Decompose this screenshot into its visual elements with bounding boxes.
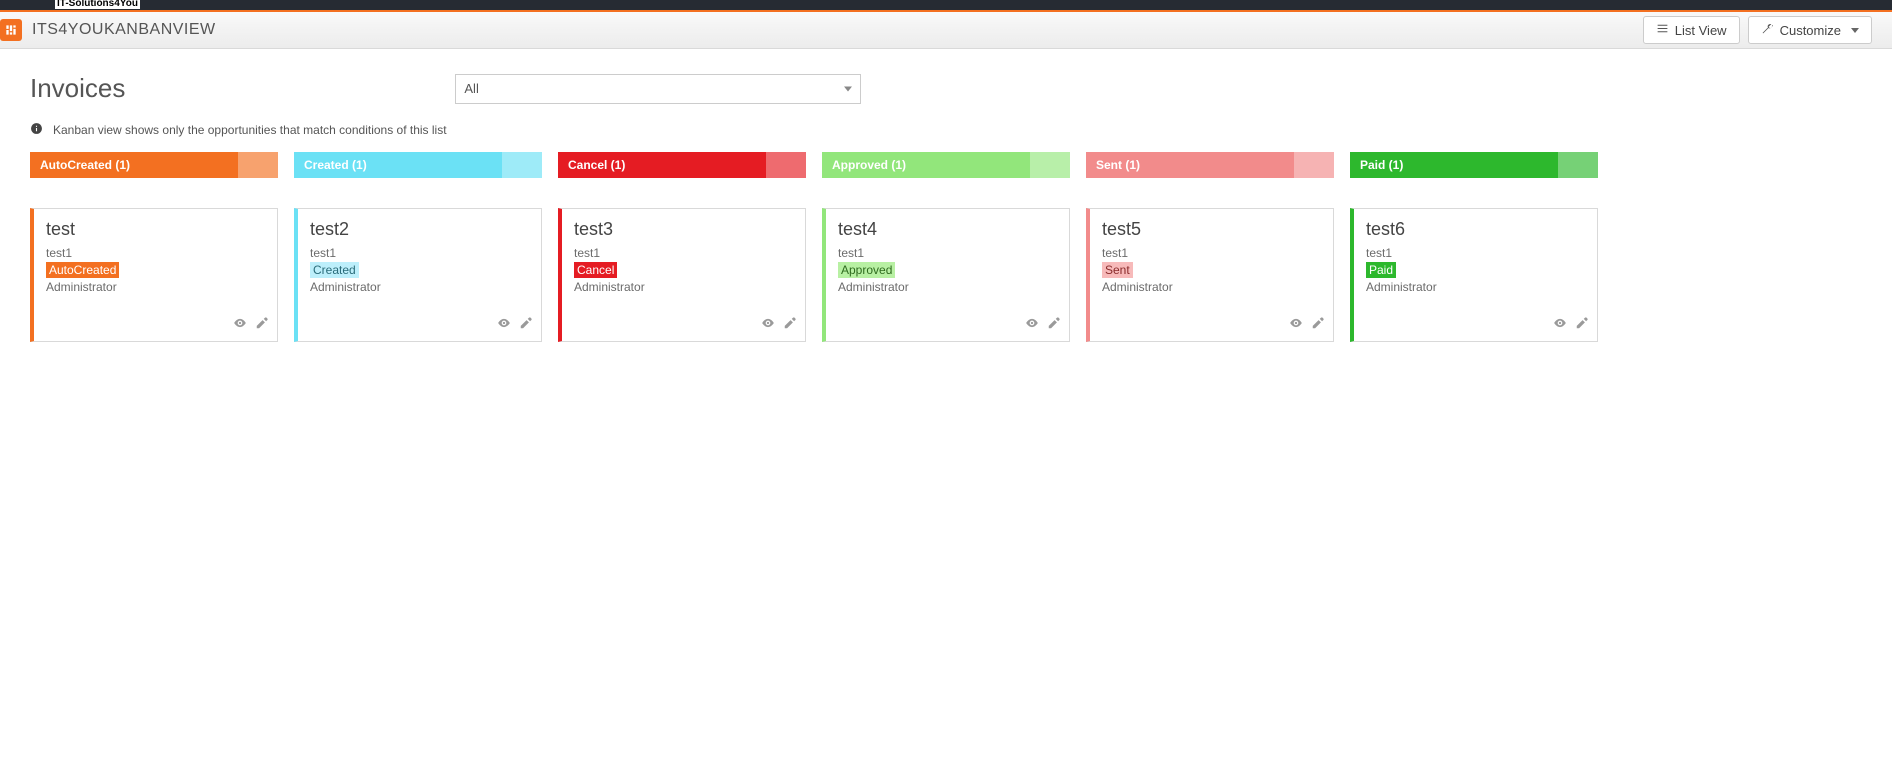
brand-name: IT-Solutions4You bbox=[55, 0, 140, 9]
status-badge: Created bbox=[310, 262, 359, 278]
card-subtitle: test1 bbox=[46, 246, 265, 260]
kanban-column-sent: Sent (1) test5 test1 Sent Administrator bbox=[1086, 152, 1334, 342]
card-owner: Administrator bbox=[1102, 280, 1321, 294]
card-owner: Administrator bbox=[1366, 280, 1585, 294]
chevron-down-icon bbox=[1851, 28, 1859, 33]
chevron-down-icon bbox=[844, 86, 852, 91]
status-badge: Cancel bbox=[574, 262, 617, 278]
list-view-label: List View bbox=[1675, 23, 1727, 38]
view-icon[interactable] bbox=[1025, 316, 1039, 335]
card-title: test2 bbox=[310, 219, 529, 240]
kanban-column-created: Created (1) test2 test1 Created Administrato… bbox=[294, 152, 542, 342]
kanban-card[interactable]: test5 test1 Sent Administrator bbox=[1086, 208, 1334, 342]
card-subtitle: test1 bbox=[1366, 246, 1585, 260]
edit-icon[interactable] bbox=[255, 316, 269, 335]
view-icon[interactable] bbox=[497, 316, 511, 335]
customize-label: Customize bbox=[1780, 23, 1841, 38]
card-subtitle: test1 bbox=[838, 246, 1057, 260]
module-icon bbox=[0, 19, 22, 41]
kanban-column-approved: Approved (1) test4 test1 Approved Administra… bbox=[822, 152, 1070, 342]
card-title: test4 bbox=[838, 219, 1057, 240]
column-header-sent[interactable]: Sent (1) bbox=[1086, 152, 1334, 178]
status-badge: Sent bbox=[1102, 262, 1133, 278]
card-subtitle: test1 bbox=[310, 246, 529, 260]
list-icon bbox=[1656, 22, 1669, 38]
kanban-columns: AutoCreated (1) test test1 AutoCreated Admin… bbox=[30, 152, 1862, 342]
edit-icon[interactable] bbox=[1575, 316, 1589, 335]
wrench-icon bbox=[1761, 22, 1774, 38]
column-header-paid[interactable]: Paid (1) bbox=[1350, 152, 1598, 178]
kanban-column-cancel: Cancel (1) test3 test1 Cancel Administrator bbox=[558, 152, 806, 342]
view-icon[interactable] bbox=[233, 316, 247, 335]
edit-icon[interactable] bbox=[519, 316, 533, 335]
card-title: test6 bbox=[1366, 219, 1585, 240]
module-title: ITS4YOUKANBANVIEW bbox=[32, 21, 216, 39]
kanban-column-autocreated: AutoCreated (1) test test1 AutoCreated Admin… bbox=[30, 152, 278, 342]
kanban-card[interactable]: test test1 AutoCreated Administrator bbox=[30, 208, 278, 342]
status-badge: Approved bbox=[838, 262, 895, 278]
edit-icon[interactable] bbox=[1311, 316, 1325, 335]
column-header-label: Cancel (1) bbox=[568, 158, 625, 172]
card-subtitle: test1 bbox=[1102, 246, 1321, 260]
card-owner: Administrator bbox=[46, 280, 265, 294]
customize-button[interactable]: Customize bbox=[1748, 16, 1872, 44]
card-owner: Administrator bbox=[574, 280, 793, 294]
info-text: Kanban view shows only the opportunities… bbox=[53, 123, 447, 137]
view-icon[interactable] bbox=[761, 316, 775, 335]
kanban-card[interactable]: test2 test1 Created Administrator bbox=[294, 208, 542, 342]
info-icon bbox=[30, 122, 43, 138]
card-title: test5 bbox=[1102, 219, 1321, 240]
column-header-label: Approved (1) bbox=[832, 158, 906, 172]
column-header-label: Created (1) bbox=[304, 158, 367, 172]
card-subtitle: test1 bbox=[574, 246, 793, 260]
view-icon[interactable] bbox=[1289, 316, 1303, 335]
module-bar: ITS4YOUKANBANVIEW List View Customize bbox=[0, 12, 1892, 49]
column-header-cancel[interactable]: Cancel (1) bbox=[558, 152, 806, 178]
edit-icon[interactable] bbox=[783, 316, 797, 335]
kanban-card[interactable]: test4 test1 Approved Administrator bbox=[822, 208, 1070, 342]
column-header-autocreated[interactable]: AutoCreated (1) bbox=[30, 152, 278, 178]
status-badge: AutoCreated bbox=[46, 262, 119, 278]
list-view-button[interactable]: List View bbox=[1643, 16, 1740, 44]
filter-select[interactable]: All bbox=[455, 74, 861, 104]
page-title: Invoices bbox=[30, 73, 125, 104]
card-title: test3 bbox=[574, 219, 793, 240]
kanban-column-paid: Paid (1) test6 test1 Paid Administrator bbox=[1350, 152, 1598, 342]
status-badge: Paid bbox=[1366, 262, 1396, 278]
edit-icon[interactable] bbox=[1047, 316, 1061, 335]
column-header-label: Paid (1) bbox=[1360, 158, 1403, 172]
info-message: Kanban view shows only the opportunities… bbox=[30, 122, 1862, 138]
card-owner: Administrator bbox=[838, 280, 1057, 294]
kanban-card[interactable]: test3 test1 Cancel Administrator bbox=[558, 208, 806, 342]
top-bar: IT-Solutions4You bbox=[0, 0, 1892, 10]
card-owner: Administrator bbox=[310, 280, 529, 294]
card-title: test bbox=[46, 219, 265, 240]
column-header-approved[interactable]: Approved (1) bbox=[822, 152, 1070, 178]
column-header-label: AutoCreated (1) bbox=[40, 158, 130, 172]
filter-selected-value: All bbox=[464, 81, 478, 96]
view-icon[interactable] bbox=[1553, 316, 1567, 335]
column-header-created[interactable]: Created (1) bbox=[294, 152, 542, 178]
column-header-label: Sent (1) bbox=[1096, 158, 1140, 172]
kanban-card[interactable]: test6 test1 Paid Administrator bbox=[1350, 208, 1598, 342]
